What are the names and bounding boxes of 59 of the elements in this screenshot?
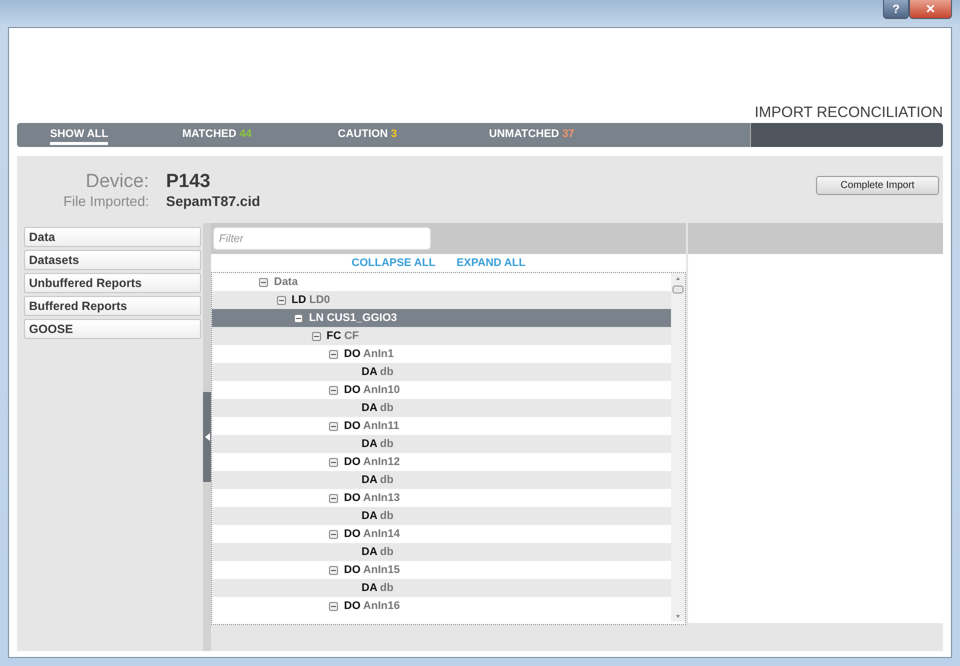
node-label: DA db bbox=[362, 366, 394, 378]
device-label: Device: bbox=[84, 170, 149, 192]
tree-row[interactable]: DA db bbox=[212, 363, 671, 381]
file-label: File Imported: bbox=[62, 192, 149, 208]
node-label: DA db bbox=[362, 510, 394, 522]
collapse-icon[interactable] bbox=[276, 296, 286, 304]
filter-tab[interactable]: UNMATCHED 37 bbox=[489, 126, 574, 144]
collapse-icon[interactable] bbox=[329, 602, 338, 610]
filter-field[interactable]: Filter bbox=[213, 227, 431, 250]
tree-row[interactable]: FC CF bbox=[212, 327, 671, 345]
node-label: DA db bbox=[362, 438, 394, 450]
collapse-icon[interactable] bbox=[259, 278, 268, 286]
tree-row[interactable]: DA db bbox=[212, 507, 671, 525]
node-label: LD LD0 bbox=[292, 294, 330, 306]
filter-tab[interactable]: MATCHED 44 bbox=[182, 126, 252, 144]
scrollbar[interactable] bbox=[671, 273, 685, 622]
node-label: DO AnIn15 bbox=[344, 564, 400, 576]
collapse-icon[interactable] bbox=[329, 422, 338, 430]
splitter-handle[interactable] bbox=[203, 392, 211, 482]
tree-row[interactable]: DA db bbox=[212, 543, 671, 561]
node-label: DO AnIn10 bbox=[344, 384, 400, 396]
collapse-icon[interactable] bbox=[312, 332, 320, 340]
node-label: FC CF bbox=[326, 330, 359, 342]
device-value: P143 bbox=[166, 170, 212, 192]
tree-row[interactable]: DA db bbox=[212, 399, 671, 417]
filter-tab[interactable]: CAUTION 3 bbox=[338, 126, 398, 144]
sidebar-item[interactable]: Buffered Reports bbox=[24, 296, 201, 316]
collapse-icon[interactable] bbox=[329, 494, 338, 502]
tree-row[interactable]: DA db bbox=[212, 435, 671, 453]
tree-row[interactable]: DA db bbox=[212, 471, 671, 489]
tree-row[interactable]: LN CUS1_GGIO3 bbox=[212, 309, 671, 327]
node-label: DO AnIn16 bbox=[344, 600, 400, 612]
node-label: DA db bbox=[362, 402, 394, 414]
sidebar-item[interactable]: Data bbox=[24, 227, 201, 247]
node-label: DA db bbox=[362, 474, 394, 486]
collapse-icon[interactable] bbox=[329, 386, 338, 394]
tree-row[interactable]: LD LD0 bbox=[212, 291, 671, 309]
collapse-icon[interactable] bbox=[294, 314, 303, 322]
file-value: SepamT87.cid bbox=[166, 192, 260, 208]
node-label: DO AnIn11 bbox=[344, 420, 400, 432]
node-label: DO AnIn14 bbox=[344, 528, 400, 540]
node-label: LN CUS1_GGIO3 bbox=[309, 312, 398, 324]
sidebar-item[interactable]: Unbuffered Reports bbox=[24, 273, 201, 293]
node-label: DA db bbox=[362, 546, 394, 558]
tree-row[interactable]: DA db bbox=[212, 579, 671, 597]
collapse-icon[interactable] bbox=[329, 458, 338, 466]
page-title: IMPORT RECONCILIATION bbox=[754, 104, 943, 121]
node-label: DA db bbox=[362, 582, 394, 594]
sidebar-item[interactable]: Datasets bbox=[24, 250, 201, 270]
filter-tab[interactable]: SHOW ALL bbox=[50, 126, 108, 144]
node-label: DO AnIn12 bbox=[344, 456, 400, 468]
node-label: DO AnIn1 bbox=[344, 348, 394, 360]
sidebar-item[interactable]: GOOSE bbox=[24, 319, 201, 339]
node-label: DO AnIn13 bbox=[344, 492, 400, 504]
collapse-icon[interactable] bbox=[329, 350, 338, 358]
complete-import-button[interactable]: Complete Import bbox=[816, 176, 939, 195]
collapse-icon[interactable] bbox=[329, 566, 338, 574]
collapse-icon[interactable] bbox=[329, 530, 338, 538]
node-label: Data bbox=[274, 276, 298, 288]
